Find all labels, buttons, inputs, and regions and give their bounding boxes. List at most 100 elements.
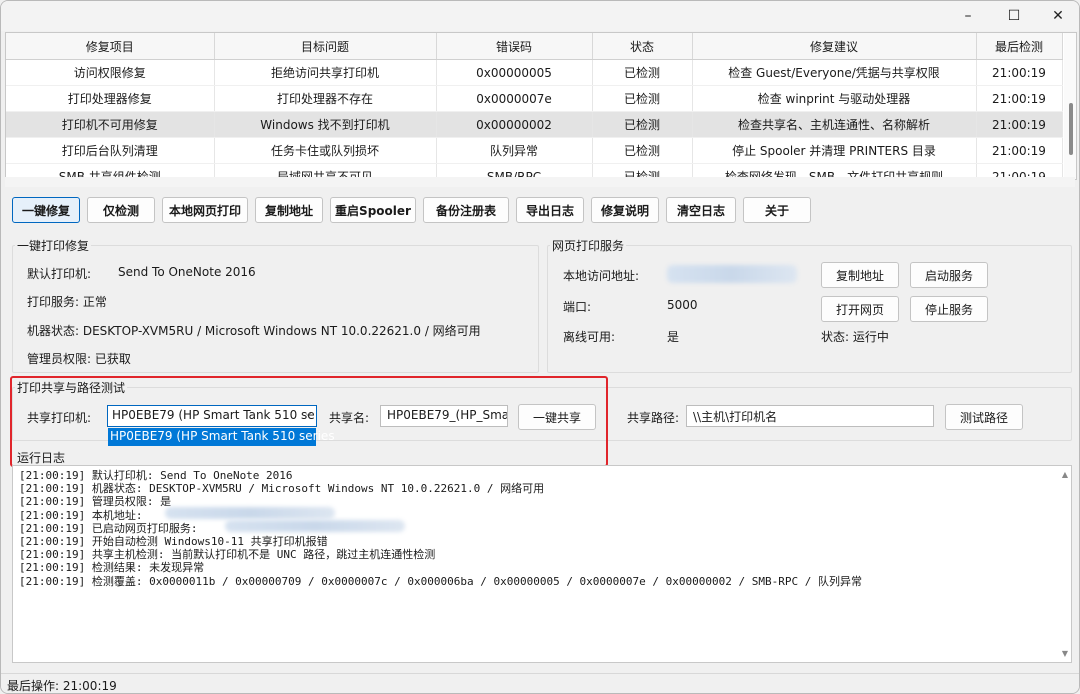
table-cell: 停止 Spooler 并清理 PRINTERS 目录	[692, 137, 977, 164]
local-web-print-button[interactable]: 本地网页打印	[162, 197, 248, 223]
table-cell: 任务卡住或队列损坏	[214, 137, 437, 164]
table-row[interactable]: 打印后台队列清理 任务卡住或队列损坏 队列异常 已检测 停止 Spooler 并…	[6, 137, 1063, 164]
column-header[interactable]: 状态	[592, 33, 693, 60]
share-printer-selected: HP0EBE79 (HP Smart Tank 510 se	[112, 408, 315, 422]
close-icon: ✕	[1052, 8, 1064, 24]
close-button[interactable]: ✕	[1035, 1, 1079, 31]
table-cell: 检查共享名、主机连通性、名称解析	[692, 111, 977, 138]
table-row[interactable]: 访问权限修复 拒绝访问共享打印机 0x00000005 已检测 检查 Guest…	[6, 59, 1063, 86]
grid-vertical-scrollbar[interactable]	[1064, 33, 1076, 179]
print-service-status: 打印服务: 正常	[27, 295, 107, 309]
detect-only-button[interactable]: 仅检测	[87, 197, 155, 223]
table-cell: 已检测	[592, 111, 693, 138]
table-cell: 访问权限修复	[6, 59, 215, 86]
table-cell: 打印机不可用修复	[6, 111, 215, 138]
table-cell: 21:00:19	[976, 59, 1063, 86]
redacted-address	[667, 265, 797, 283]
log-line: [21:00:19] 检测覆盖: 0x0000011b / 0x00000709…	[19, 574, 862, 588]
maximize-icon: ☐	[1007, 8, 1021, 24]
service-status: 状态: 运行中	[821, 330, 889, 344]
table-row[interactable]: 打印处理器修复 打印处理器不存在 0x0000007e 已检测 检查 winpr…	[6, 85, 1063, 112]
column-header[interactable]: 错误码	[436, 33, 593, 60]
scroll-down-icon[interactable]: ▼	[1062, 649, 1068, 658]
one-click-repair-button[interactable]: 一键修复	[12, 197, 80, 223]
share-path-input[interactable]: \\主机\打印机名	[686, 405, 934, 427]
table-cell: 已检测	[592, 85, 693, 112]
log-line: [21:00:19] 默认打印机: Send To OneNote 2016	[19, 469, 293, 482]
column-header[interactable]: 修复建议	[692, 33, 977, 60]
share-name-label: 共享名:	[329, 411, 370, 425]
restart-spooler-button[interactable]: 重启Spooler	[330, 197, 416, 223]
minimize-icon: –	[964, 8, 972, 24]
log-line: [21:00:19] 已启动网页打印服务:	[19, 521, 198, 535]
web-print-panel: 网页打印服务	[547, 237, 1072, 373]
local-address-label: 本地访问地址:	[563, 269, 640, 283]
one-click-share-button[interactable]: 一键共享	[518, 404, 596, 430]
stop-service-button[interactable]: 停止服务	[910, 296, 988, 322]
table-row-selected[interactable]: 打印机不可用修复 Windows 找不到打印机 0x00000002 已检测 检…	[6, 111, 1063, 138]
toolbar: 一键修复 仅检测 本地网页打印 复制地址 重启Spooler 备份注册表 导出日…	[1, 197, 1079, 227]
redacted-ip	[165, 507, 335, 519]
offline-value: 是	[667, 330, 680, 344]
status-bar: 最后操作: 21:00:19	[1, 673, 1079, 693]
share-panel-title: 打印共享与路径测试	[17, 381, 126, 395]
table-cell: 拒绝访问共享打印机	[214, 59, 437, 86]
table-header-row: 修复项目 目标问题 错误码 状态 修复建议 最后检测	[6, 33, 1063, 60]
copy-address-button[interactable]: 复制地址	[255, 197, 323, 223]
scroll-up-icon[interactable]: ▲	[1062, 470, 1068, 479]
log-area[interactable]: [21:00:19] 默认打印机: Send To OneNote 2016 […	[12, 465, 1072, 663]
admin-status: 管理员权限: 已获取	[27, 352, 131, 366]
table-cell: Windows 找不到打印机	[214, 111, 437, 138]
column-header[interactable]: 目标问题	[214, 33, 437, 60]
offline-label: 离线可用:	[563, 330, 616, 344]
status-text: 最后操作: 21:00:19	[7, 679, 117, 693]
port-label: 端口:	[563, 300, 592, 314]
grid-horizontal-scrollbar[interactable]	[5, 177, 1075, 187]
export-log-button[interactable]: 导出日志	[516, 197, 584, 223]
log-line: [21:00:19] 开始自动检测 Windows10-11 共享打印机报错	[19, 535, 328, 549]
table-cell: 0x00000005	[436, 59, 593, 86]
table-cell: 21:00:19	[976, 85, 1063, 112]
copy-address-panel-button[interactable]: 复制地址	[821, 262, 899, 288]
about-button[interactable]: 关于	[743, 197, 811, 223]
test-path-button[interactable]: 测试路径	[945, 404, 1023, 430]
scrollbar-thumb[interactable]	[1069, 103, 1073, 155]
table-cell: 检查 Guest/Everyone/凭据与共享权限	[692, 59, 977, 86]
share-printer-label: 共享打印机:	[27, 411, 92, 425]
default-printer-label: 默认打印机:	[27, 267, 92, 281]
repair-items-grid[interactable]: 修复项目 目标问题 错误码 状态 修复建议 最后检测 访问权限修复 拒绝访问共享…	[5, 32, 1077, 180]
chevron-down-icon: ⌵	[304, 408, 312, 419]
table-cell: 21:00:19	[976, 137, 1063, 164]
table-cell: 打印处理器不存在	[214, 85, 437, 112]
table-cell: 0x0000007e	[436, 85, 593, 112]
table-cell: 打印处理器修复	[6, 85, 215, 112]
share-printer-select[interactable]: HP0EBE79 (HP Smart Tank 510 se ⌵	[107, 405, 317, 427]
clear-log-button[interactable]: 清空日志	[666, 197, 736, 223]
repair-table: 修复项目 目标问题 错误码 状态 修复建议 最后检测 访问权限修复 拒绝访问共享…	[6, 33, 1063, 179]
repair-help-button[interactable]: 修复说明	[591, 197, 659, 223]
column-header[interactable]: 修复项目	[6, 33, 215, 60]
title-bar: – ☐ ✕	[1, 1, 1079, 31]
maximize-button[interactable]: ☐	[991, 1, 1037, 31]
table-cell: 队列异常	[436, 137, 593, 164]
table-cell: 打印后台队列清理	[6, 137, 215, 164]
repair-panel-title: 一键打印修复	[17, 239, 90, 253]
dropdown-option[interactable]: HP0EBE79 (HP Smart Tank 510 series	[108, 428, 335, 446]
start-service-button[interactable]: 启动服务	[910, 262, 988, 288]
open-web-button[interactable]: 打开网页	[821, 296, 899, 322]
log-line: [21:00:19] 检测结果: 未发现异常	[19, 561, 205, 575]
machine-status: 机器状态: DESKTOP-XVM5RU / Microsoft Windows…	[27, 324, 481, 338]
table-cell: 已检测	[592, 137, 693, 164]
log-title: 运行日志	[17, 451, 66, 465]
share-path-label: 共享路径:	[627, 411, 680, 425]
table-cell: 0x00000002	[436, 111, 593, 138]
minimize-button[interactable]: –	[945, 1, 991, 31]
port-value: 5000	[667, 298, 698, 312]
column-header[interactable]: 最后检测	[976, 33, 1063, 60]
app-window: – ☐ ✕ 修复项目 目标问题 错误码 状态 修复建议 最后检测 访问权限修复 …	[0, 0, 1080, 694]
default-printer-value: Send To OneNote 2016	[118, 265, 256, 279]
table-cell: 检查 winprint 与驱动处理器	[692, 85, 977, 112]
share-name-input[interactable]: HP0EBE79_(HP_Smart_	[380, 405, 508, 427]
backup-registry-button[interactable]: 备份注册表	[423, 197, 509, 223]
table-cell: 21:00:19	[976, 111, 1063, 138]
